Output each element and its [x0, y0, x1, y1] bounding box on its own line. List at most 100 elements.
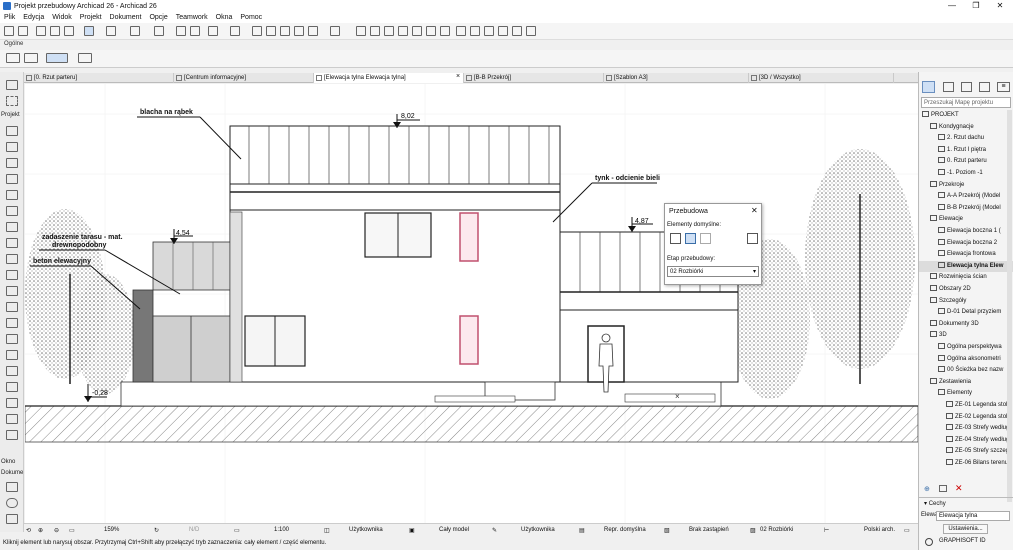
navigator-item[interactable]: Zestawienia [919, 377, 1013, 388]
scale-icon[interactable]: ▭ [234, 527, 240, 534]
window-tool-icon[interactable] [6, 174, 18, 184]
navigator-item[interactable]: ZE-04 Strefy według [919, 435, 1013, 446]
tab-rzut-parteru[interactable]: [0. Rzut parteru] [24, 73, 174, 83]
resize-icon[interactable] [280, 26, 290, 36]
publisher-icon[interactable] [979, 82, 990, 92]
merge-icon[interactable] [426, 26, 436, 36]
line-tool-icon[interactable] [106, 26, 116, 36]
renovation-phase-select[interactable]: 02 Rozbiórki ▾ [667, 266, 759, 277]
navigator-item[interactable]: 2. Rzut dachu [919, 133, 1013, 144]
navigator-scrollbar[interactable] [1007, 110, 1012, 502]
layer-combination-value[interactable]: Użytkownika [349, 527, 383, 533]
trim-icon[interactable] [356, 26, 366, 36]
menu-projekt[interactable]: Projekt [76, 14, 106, 21]
override-icon[interactable]: ▧ [664, 527, 670, 534]
menu-edycja[interactable]: Edycja [19, 14, 48, 21]
properties-name-field[interactable]: Elewacja tylna [936, 511, 1010, 521]
navigator-item[interactable]: Ogólna aksonometri [919, 354, 1013, 365]
navigator-item[interactable]: Szczegóły [919, 296, 1013, 307]
door-tool-icon[interactable] [6, 190, 18, 200]
tab-elewacja-tylna[interactable]: [Elewacja tylna Elewacja tylna] [314, 73, 464, 83]
beam-tool-icon[interactable] [6, 158, 18, 168]
mesh-tool-icon[interactable] [6, 366, 18, 376]
navigator-item[interactable]: Obszary 2D [919, 284, 1013, 295]
dimension-standard-value[interactable]: Polski arch. [864, 527, 895, 533]
representation-icon[interactable]: ▤ [579, 527, 585, 534]
tab-3d-wszystko[interactable]: [3D / Wszystko] [749, 73, 894, 83]
menu-plik[interactable]: Plik [0, 14, 19, 21]
close-button[interactable]: ✕ [988, 0, 1012, 12]
fill-icon[interactable] [330, 26, 340, 36]
offset-icon[interactable] [398, 26, 408, 36]
menu-opcje[interactable]: Opcje [145, 14, 171, 21]
skylight-tool-icon[interactable] [6, 238, 18, 248]
navigator-item[interactable]: Kondygnacje [919, 122, 1013, 133]
selection-mode-icon[interactable] [46, 53, 68, 63]
navigator-item[interactable]: Elewacja boczna 2 [919, 238, 1013, 249]
navigator-search-input[interactable]: Przeszukaj Mapę projektu [921, 97, 1011, 108]
label-icon[interactable] [484, 26, 494, 36]
override-value[interactable]: Brak zastąpień [689, 527, 729, 533]
settings-button[interactable]: Ustawienia... [943, 524, 988, 534]
stack-icon[interactable] [130, 26, 140, 36]
morph-tool-icon[interactable] [6, 318, 18, 328]
wall-tool-icon[interactable] [6, 126, 18, 136]
text-tool-icon[interactable] [6, 482, 18, 492]
tab-centrum-informacyjne[interactable]: [Centrum informacyjne] [174, 73, 314, 83]
selection-arrow-icon[interactable] [6, 53, 20, 63]
navigation-icon[interactable] [6, 498, 18, 508]
menu-okna[interactable]: Okna [212, 14, 237, 21]
pen-set-icon[interactable]: ✎ [492, 527, 497, 534]
column-tool-icon[interactable] [6, 142, 18, 152]
navigator-item[interactable]: 00 Ścieżka bez nazw [919, 365, 1013, 376]
view-map-icon[interactable] [943, 82, 954, 92]
inject-icon[interactable] [50, 26, 60, 36]
mirror-icon[interactable] [294, 26, 304, 36]
navigator-item[interactable]: 0. Rzut parteru [919, 156, 1013, 167]
dimension-settings-icon[interactable]: ▭ [904, 527, 910, 534]
delete-icon[interactable]: ✕ [955, 483, 963, 494]
dimension-tool-icon[interactable] [6, 414, 18, 424]
navigator-item[interactable]: PROJEKT [919, 110, 1013, 121]
roof-tool-icon[interactable] [6, 206, 18, 216]
representation-value[interactable]: Repr. domyślna [604, 527, 646, 533]
new-elements-icon[interactable] [700, 233, 711, 244]
dimension-icon[interactable]: ⊢ [824, 527, 829, 534]
navigator-item[interactable]: Elewacja frontowa [919, 249, 1013, 260]
pick-up-icon[interactable] [36, 26, 46, 36]
properties-id-field[interactable]: Elewa [921, 512, 937, 521]
navigator-item[interactable]: -1. Poziom -1 [919, 168, 1013, 179]
arrow-tool-icon[interactable] [6, 80, 18, 90]
minimize-button[interactable]: — [940, 0, 964, 12]
navigator-item[interactable]: ZE-03 Strefy według [919, 423, 1013, 434]
railing-tool-icon[interactable] [6, 286, 18, 296]
view-icon[interactable] [526, 26, 536, 36]
align-icon[interactable] [252, 26, 262, 36]
intersect-icon[interactable] [412, 26, 422, 36]
lamp-tool-icon[interactable] [6, 382, 18, 392]
copy-icon[interactable] [190, 26, 200, 36]
model-view-icon[interactable]: ▣ [409, 527, 415, 534]
navigator-item[interactable]: B-B Przekrój (Model [919, 203, 1013, 214]
pointer-icon[interactable] [78, 53, 92, 63]
marquee-tool-icon[interactable] [6, 96, 18, 106]
scale-value[interactable]: 1:100 [274, 527, 289, 533]
navigator-item[interactable]: A-A Przekrój (Model [919, 191, 1013, 202]
navigator-item[interactable]: Elewacje [919, 214, 1013, 225]
layer-combo-icon[interactable] [84, 26, 94, 36]
navigator-item[interactable]: Przekroje [919, 180, 1013, 191]
navigator-item[interactable]: D-01 Detal przyziem [919, 307, 1013, 318]
tab-szablon-a3[interactable]: [Szablon A3] [604, 73, 749, 83]
zone-icon[interactable] [512, 26, 522, 36]
model-view-value[interactable]: Cały model [439, 527, 469, 533]
navigator-item[interactable]: ZE-01 Legenda stol [919, 400, 1013, 411]
fit-window-icon[interactable]: ▭ [69, 527, 75, 534]
menu-teamwork[interactable]: Teamwork [172, 14, 212, 21]
split-icon[interactable] [370, 26, 380, 36]
zone-tool-icon[interactable] [6, 350, 18, 360]
undo-icon[interactable] [4, 26, 14, 36]
object-tool-icon[interactable] [6, 334, 18, 344]
distribute-icon[interactable] [266, 26, 276, 36]
rotation-icon[interactable]: ↻ [154, 527, 159, 534]
zoom-value[interactable]: 159% [104, 527, 119, 533]
